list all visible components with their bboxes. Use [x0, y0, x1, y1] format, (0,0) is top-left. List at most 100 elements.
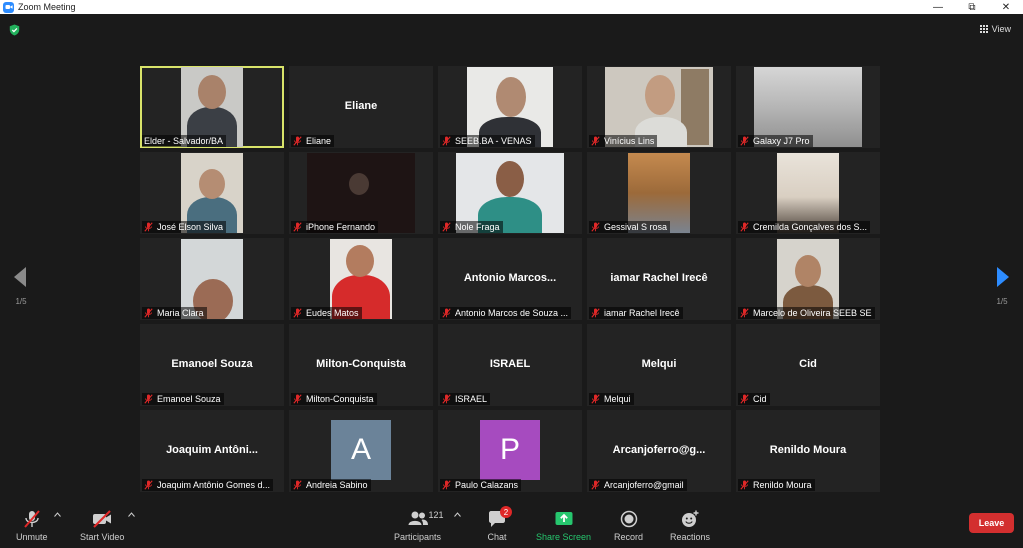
participant-name: Cremilda Gonçalves dos S... [753, 222, 868, 232]
minimize-button[interactable]: — [921, 0, 955, 14]
participant-label: Joaquim Antônio Gomes d... [142, 479, 274, 491]
unmute-label: Unmute [16, 532, 48, 542]
participant-display-name: Arcanjoferro@g... [612, 444, 706, 456]
participant-tile-galaxy-j7[interactable]: Galaxy J7 Pro [736, 66, 880, 148]
shield-icon[interactable] [9, 24, 20, 36]
chevron-right-icon[interactable] [996, 266, 1010, 288]
page-indicator-right: 1/5 [996, 297, 1008, 306]
participant-name: Arcanjoferro@gmail [604, 480, 684, 490]
participant-tile-elder[interactable]: Elder - Salvador/BA [140, 66, 284, 148]
meeting-stage: View 1/5 1/5 Elder - Salvador/BA Eliane … [0, 14, 1023, 504]
participant-tile-marcelo[interactable]: Marcelo de Oliveira SEEB SE [736, 238, 880, 320]
participant-label: Cid [738, 393, 770, 405]
participant-name: Cid [753, 394, 767, 404]
participant-label: Melqui [589, 393, 634, 405]
participant-tile-iphone-fernando[interactable]: iPhone Fernando [289, 152, 433, 234]
mic-muted-icon [293, 222, 302, 232]
participant-name: Gessival S rosa [604, 222, 668, 232]
participant-label: Vinícius Lins [589, 135, 658, 147]
reactions-button[interactable]: Reactions [670, 509, 710, 542]
mic-muted-icon [740, 136, 749, 146]
participant-label: Eudes Matos [291, 307, 362, 319]
participant-tile-melqui[interactable]: Melqui Melqui [587, 324, 731, 406]
participant-tile-antonio-marcos[interactable]: Antonio Marcos... Antonio Marcos de Souz… [438, 238, 582, 320]
participant-display-name: Eliane [344, 100, 378, 112]
participant-figure [346, 245, 374, 277]
participant-tile-cremilda[interactable]: Cremilda Gonçalves dos S... [736, 152, 880, 234]
start-video-button[interactable]: Start Video [80, 509, 124, 542]
participant-name: Elder - Salvador/BA [144, 136, 224, 146]
participant-tile-andreia-sabino[interactable]: A Andreia Sabino [289, 410, 433, 492]
participant-tile-paulo-calazans[interactable]: P Paulo Calazans [438, 410, 582, 492]
participant-name: Joaquim Antônio Gomes d... [157, 480, 271, 490]
view-button[interactable]: View [979, 24, 1011, 34]
participant-name: SEEB.BA - VENAS [455, 136, 532, 146]
reactions-label: Reactions [670, 532, 711, 542]
maximize-button[interactable]: ⧉ [955, 0, 989, 14]
participants-options-caret-icon[interactable] [454, 512, 461, 517]
mic-muted-icon [144, 480, 153, 490]
participant-figure [496, 77, 526, 117]
participant-name: Emanoel Souza [157, 394, 221, 404]
participant-name: Maria Clara [157, 308, 204, 318]
participant-tile-eliane[interactable]: Eliane Eliane [289, 66, 433, 148]
avatar-initial: P [499, 433, 520, 466]
participant-tile-gessival[interactable]: Gessival S rosa [587, 152, 731, 234]
chat-button[interactable]: 2 Chat [486, 506, 512, 542]
mic-muted-icon [293, 480, 302, 490]
start-video-label: Start Video [80, 532, 125, 542]
participant-tile-emanoel-souza[interactable]: Emanoel Souza Emanoel Souza [140, 324, 284, 406]
participant-figure [645, 75, 675, 115]
mic-muted-icon [591, 308, 600, 318]
participant-label: José Elson Silva [142, 221, 227, 233]
participants-button[interactable]: 121 Participants [394, 509, 444, 542]
leave-button[interactable]: Leave [969, 513, 1014, 533]
participant-avatar: A [331, 420, 391, 480]
participant-figure [198, 75, 226, 109]
participant-label: Marcelo de Oliveira SEEB SE [738, 307, 875, 319]
video-options-caret-icon[interactable] [128, 512, 135, 517]
participant-name: Nole Fraga [455, 222, 500, 232]
window-titlebar: Zoom Meeting — ⧉ ✕ [0, 0, 1023, 14]
participant-tile-milton-conquista[interactable]: Milton-Conquista Milton-Conquista [289, 324, 433, 406]
participant-tile-iamar-rachel[interactable]: iamar Rachel Irecê iamar Rachel Irecê [587, 238, 731, 320]
chat-icon: 2 [486, 506, 512, 529]
participant-tile-joaquim-antonio[interactable]: Joaquim Antôni... Joaquim Antônio Gomes … [140, 410, 284, 492]
record-button[interactable]: Record [614, 509, 643, 542]
participant-label: Eliane [291, 135, 335, 147]
zoom-app-icon [3, 1, 14, 13]
participant-label: Cremilda Gonçalves dos S... [738, 221, 871, 233]
mic-muted-icon [442, 308, 451, 318]
participant-tile-nole-fraga[interactable]: Nole Fraga [438, 152, 582, 234]
participant-tile-israel[interactable]: ISRAEL ISRAEL [438, 324, 582, 406]
participant-label: Milton-Conquista [291, 393, 377, 405]
chat-label: Chat [487, 532, 507, 542]
audio-options-caret-icon[interactable] [54, 512, 61, 517]
participant-label: iamar Rachel Irecê [589, 307, 683, 319]
share-screen-button[interactable]: Share Screen [536, 509, 591, 542]
participant-label: iPhone Fernando [291, 221, 379, 233]
participant-tile-vinicius[interactable]: Vinícius Lins [587, 66, 731, 148]
close-button[interactable]: ✕ [989, 0, 1023, 14]
participant-tile-eudes-matos[interactable]: Eudes Matos [289, 238, 433, 320]
view-label: View [991, 24, 1011, 34]
participant-tile-cid[interactable]: Cid Cid [736, 324, 880, 406]
chevron-left-icon[interactable] [13, 266, 27, 288]
participant-figure [795, 255, 821, 287]
mic-muted-icon [293, 308, 302, 318]
participant-tile-seeb-venas[interactable]: SEEB.BA - VENAS [438, 66, 582, 148]
mic-muted-icon [591, 222, 600, 232]
avatar-initial: A [350, 433, 371, 466]
participant-name: Antonio Marcos de Souza ... [455, 308, 569, 318]
participant-tile-arcanjoferro[interactable]: Arcanjoferro@g... Arcanjoferro@gmail [587, 410, 731, 492]
mic-muted-icon [740, 480, 749, 490]
participant-name: José Elson Silva [157, 222, 224, 232]
participant-tile-maria-clara[interactable]: Maria Clara [140, 238, 284, 320]
participant-label: Arcanjoferro@gmail [589, 479, 687, 491]
record-label: Record [614, 532, 644, 542]
participant-tile-renildo-moura[interactable]: Renildo Moura Renildo Moura [736, 410, 880, 492]
unmute-button[interactable]: Unmute [16, 509, 48, 542]
participant-display-name: ISRAEL [489, 358, 531, 370]
participants-count: 121 [428, 510, 444, 520]
participant-tile-jose-elson[interactable]: José Elson Silva [140, 152, 284, 234]
